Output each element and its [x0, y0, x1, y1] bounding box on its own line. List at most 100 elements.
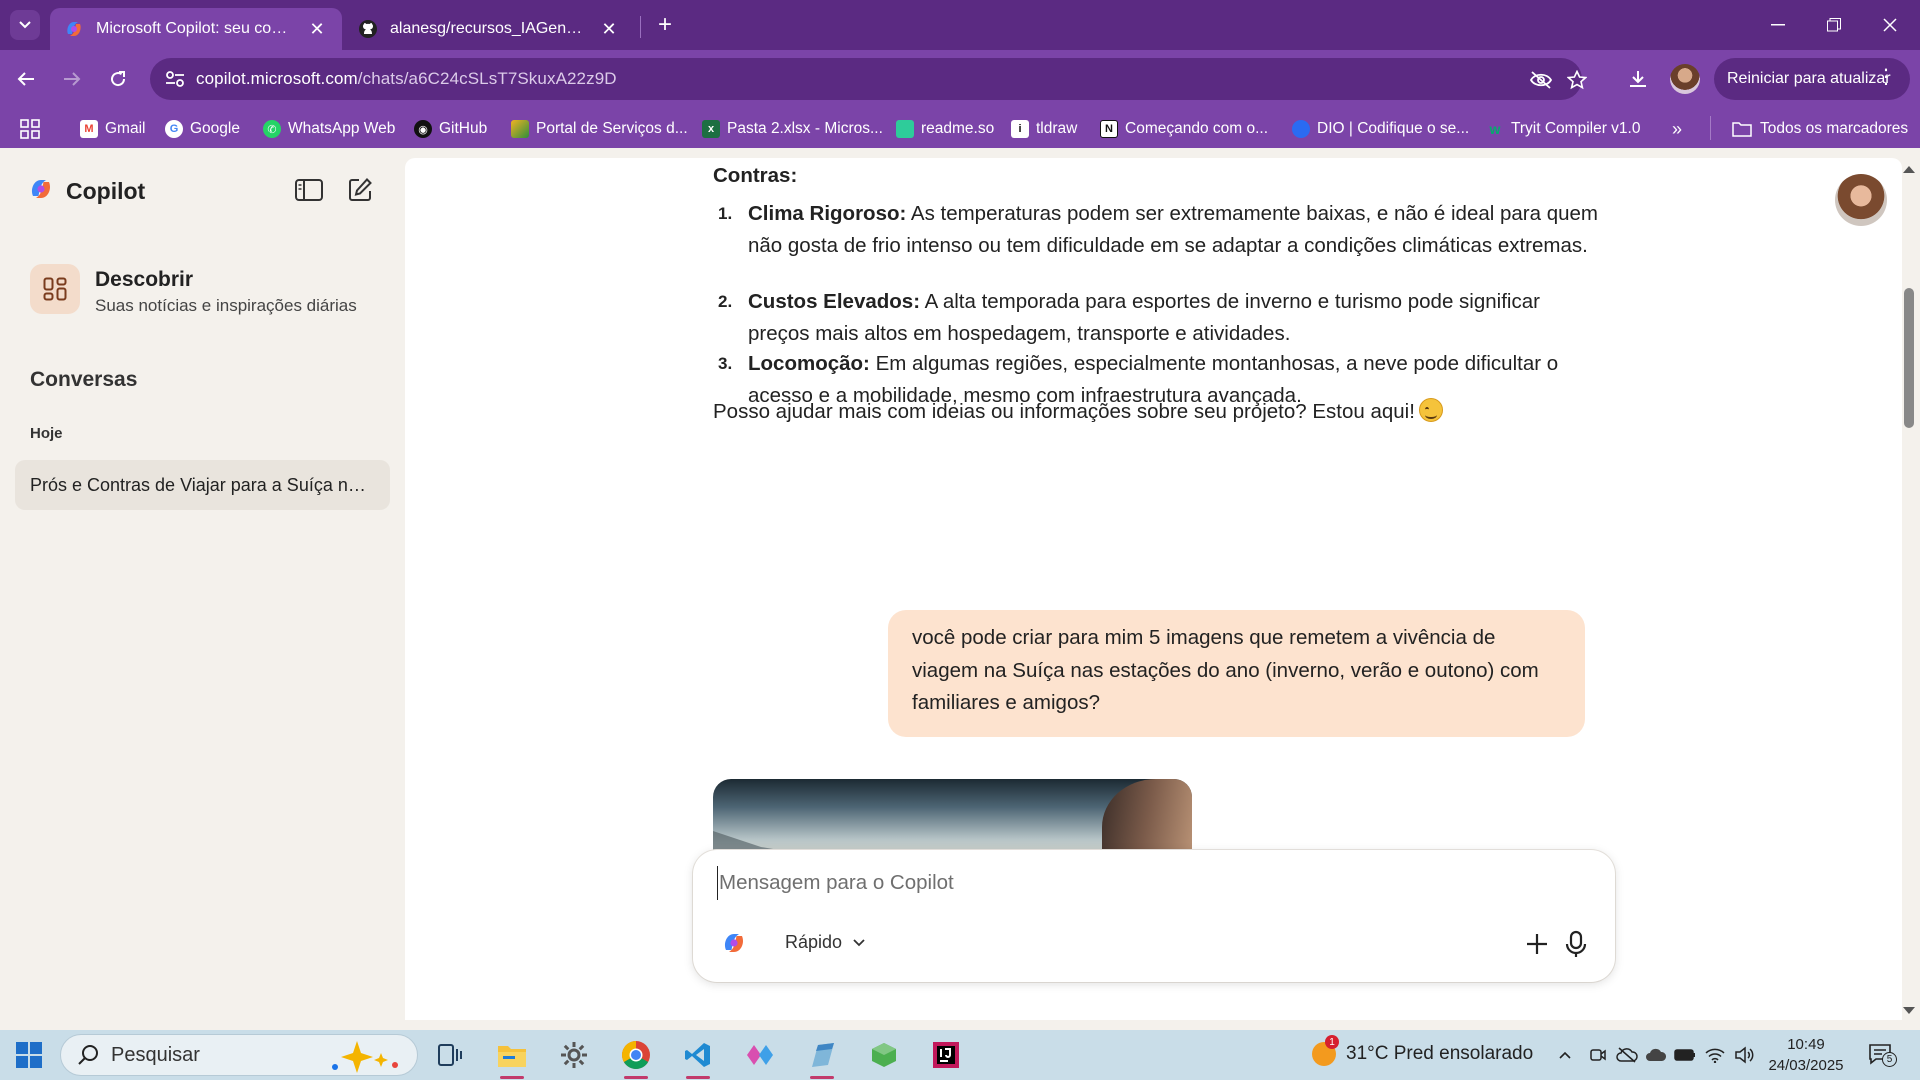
bookmark-github[interactable]: ◉ GitHub: [414, 116, 487, 142]
scrollbar-thumb[interactable]: [1904, 288, 1914, 428]
all-bookmarks-button[interactable]: Todos os marcadores: [1732, 116, 1908, 142]
bookmark-label: readme.so: [921, 120, 995, 137]
cons-heading: Contras:: [713, 164, 798, 187]
copilot-logo-icon: [31, 180, 51, 198]
bookmark-gmail[interactable]: M Gmail: [80, 116, 145, 142]
apps-grid-icon: [20, 119, 40, 139]
settings-button[interactable]: [554, 1035, 594, 1075]
add-attachment-button[interactable]: [1517, 924, 1557, 964]
close-window-button[interactable]: [1862, 0, 1918, 50]
bookmark-readme[interactable]: readme.so: [896, 116, 994, 142]
minimize-button[interactable]: [1750, 0, 1806, 50]
new-chat-button[interactable]: [344, 174, 376, 206]
discover-link[interactable]: Descobrir Suas notícias e inspirações di…: [30, 264, 390, 324]
bookmark-star-button[interactable]: [1564, 67, 1590, 93]
toggle-sidebar-button[interactable]: [293, 174, 325, 206]
mode-selector[interactable]: Rápido: [785, 932, 866, 953]
search-placeholder: Pesquisar: [111, 1043, 200, 1066]
task-view-button[interactable]: [430, 1035, 470, 1075]
bookmark-portal[interactable]: Portal de Serviços d...: [511, 116, 688, 142]
bookmark-label: tldraw: [1036, 120, 1078, 137]
intellij-button[interactable]: [926, 1035, 966, 1075]
app-button-cube[interactable]: [864, 1035, 904, 1075]
conversation-item[interactable]: Prós e Contras de Viajar para a Suíça na…: [15, 460, 390, 510]
notion-icon: N: [1100, 120, 1118, 138]
profile-avatar[interactable]: [1670, 64, 1700, 94]
bookmark-w3[interactable]: w Tryit Compiler v1.0: [1486, 116, 1641, 142]
discover-subtitle: Suas notícias e inspirações diárias: [95, 296, 357, 315]
more-bookmarks-icon[interactable]: »: [1672, 116, 1682, 142]
new-tab-button[interactable]: +: [650, 10, 680, 40]
bookmark-google[interactable]: G Google: [165, 116, 240, 142]
system-clock[interactable]: 10:49 24/03/2025: [1756, 1034, 1856, 1076]
generated-image-preview[interactable]: [713, 779, 1192, 859]
reload-button[interactable]: [100, 61, 136, 97]
onedrive-offline-icon[interactable]: [1616, 1044, 1638, 1066]
taskbar-search[interactable]: Pesquisar: [60, 1034, 418, 1076]
user-avatar[interactable]: [1835, 174, 1887, 226]
intellij-icon: [933, 1042, 959, 1068]
notification-center-button[interactable]: 5: [1868, 1042, 1897, 1067]
cube-icon: [872, 1043, 896, 1067]
volume-icon[interactable]: [1733, 1044, 1755, 1066]
app-button-notepad[interactable]: [802, 1035, 842, 1079]
search-highlight-icon: [332, 1041, 398, 1073]
scroll-up-icon[interactable]: [1903, 166, 1915, 173]
file-explorer-button[interactable]: [492, 1035, 532, 1079]
bookmark-label: Tryit Compiler v1.0: [1511, 120, 1641, 137]
close-tab-icon[interactable]: ✕: [598, 19, 620, 40]
more-menu-icon[interactable]: ⋮: [1876, 67, 1896, 87]
update-button[interactable]: Reiniciar para atualizar ⋮: [1714, 58, 1910, 100]
restore-icon: [1827, 18, 1841, 32]
bookmark-label: Pasta 2.xlsx - Micros...: [727, 120, 883, 137]
app-button-snip[interactable]: [740, 1035, 780, 1075]
address-bar[interactable]: copilot.microsoft.com/chats/a6C24cSLsT7S…: [150, 58, 1587, 100]
copilot-logo-icon: [724, 934, 744, 952]
forward-button[interactable]: [54, 61, 90, 97]
weather-widget[interactable]: 1 31°C Pred ensolarado: [1312, 1035, 1533, 1066]
bookmark-whatsapp[interactable]: ✆ WhatsApp Web: [263, 116, 395, 142]
onedrive-icon[interactable]: [1645, 1044, 1667, 1066]
tab-search-button[interactable]: [10, 10, 40, 40]
download-icon: [1630, 71, 1646, 87]
voice-input-button[interactable]: [1556, 924, 1596, 964]
bookmark-dio[interactable]: DIO | Codifique o se...: [1292, 116, 1469, 142]
page-scrollbar[interactable]: [1898, 158, 1920, 1020]
tune-icon: [166, 71, 184, 87]
start-button[interactable]: [16, 1042, 42, 1068]
message-input[interactable]: [717, 866, 1577, 900]
restore-button[interactable]: [1806, 0, 1862, 50]
chrome-button[interactable]: [616, 1035, 656, 1079]
compose-icon: [349, 178, 372, 201]
site-info-button[interactable]: [154, 70, 196, 88]
bookmark-label: WhatsApp Web: [288, 120, 396, 137]
smiling-emoji-icon: [1418, 398, 1443, 422]
bookmark-excel[interactable]: x Pasta 2.xlsx - Micros...: [702, 116, 883, 142]
show-hidden-icons-button[interactable]: [1554, 1044, 1576, 1066]
minimize-icon: [1771, 24, 1785, 26]
back-button[interactable]: [8, 61, 44, 97]
vscode-button[interactable]: [678, 1035, 718, 1079]
scroll-down-icon[interactable]: [1903, 1007, 1915, 1014]
wifi-icon[interactable]: [1704, 1044, 1726, 1066]
bookmark-tldraw[interactable]: i tldraw: [1011, 116, 1077, 142]
downloads-button[interactable]: [1622, 63, 1654, 95]
meet-icon[interactable]: [1587, 1044, 1609, 1066]
vscode-icon: [685, 1043, 710, 1067]
url-text: copilot.microsoft.com/chats/a6C24cSLsT7S…: [196, 69, 617, 89]
battery-icon[interactable]: [1674, 1044, 1696, 1066]
bookmark-label: DIO | Codifique o se...: [1317, 120, 1470, 137]
google-icon: G: [165, 120, 183, 138]
closing-text: Posso ajudar mais com ideias ou informaç…: [713, 400, 1415, 423]
bookmark-notion[interactable]: N Começando com o...: [1100, 116, 1268, 142]
gear-icon: [561, 1042, 587, 1068]
tab-github[interactable]: alanesg/recursos_IAGenerativa ✕: [344, 8, 634, 50]
all-bookmarks-label: Todos os marcadores: [1760, 120, 1909, 137]
sidebar: Copilot Descobrir Suas notícias e inspir…: [0, 148, 404, 1030]
tracking-protection-icon[interactable]: [1528, 67, 1554, 93]
apps-button[interactable]: [20, 116, 40, 142]
tab-copilot[interactable]: Microsoft Copilot: seu companheiro de IA…: [50, 8, 342, 50]
discover-title: Descobrir: [95, 268, 194, 291]
close-tab-icon[interactable]: ✕: [306, 19, 328, 40]
chevron-down-icon: [853, 938, 865, 946]
